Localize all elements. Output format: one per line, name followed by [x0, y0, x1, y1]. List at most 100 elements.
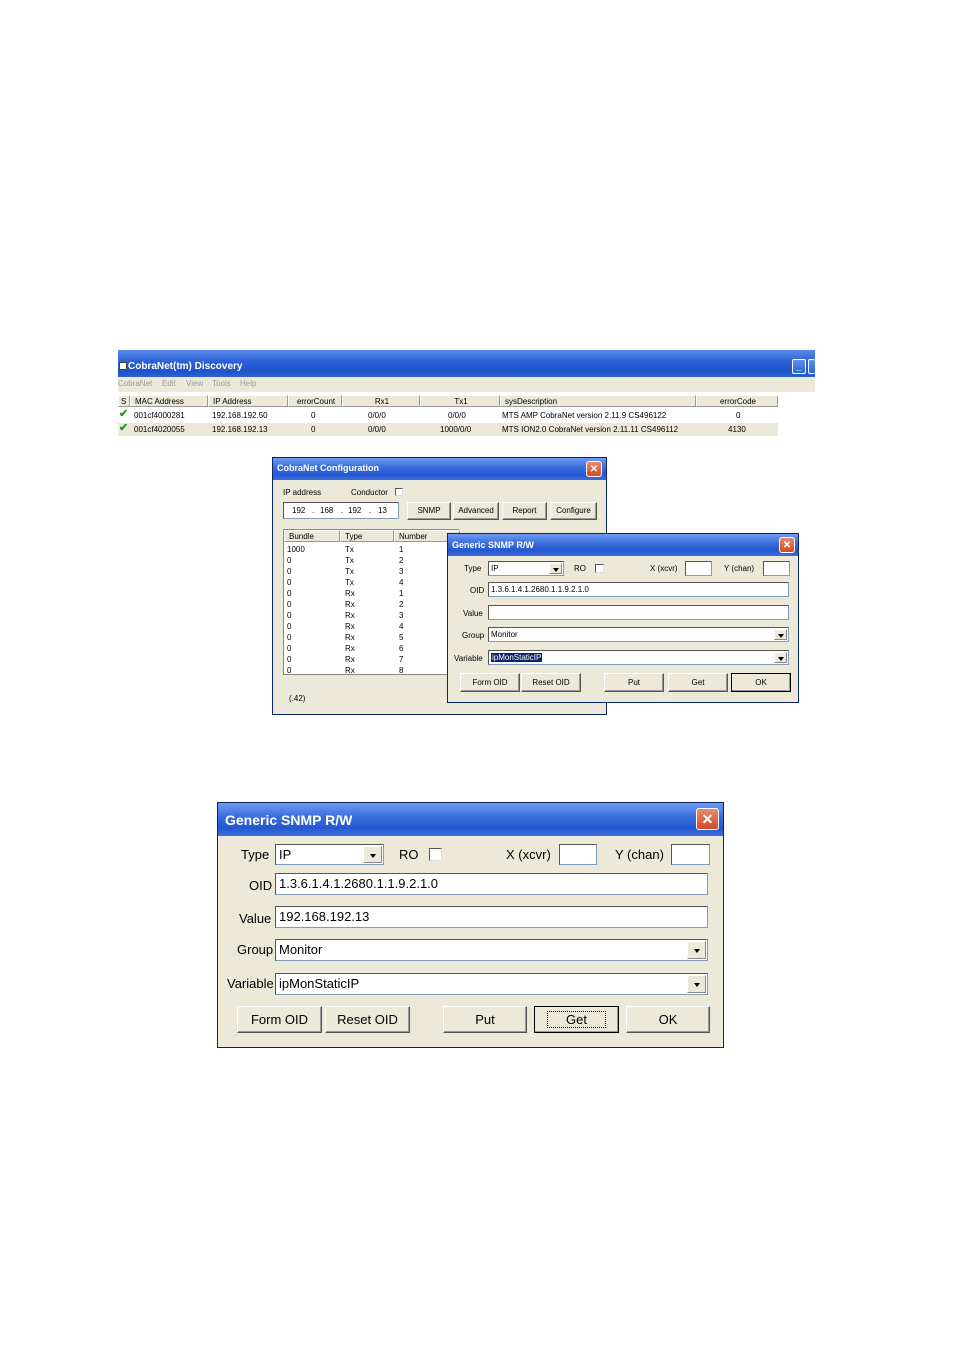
chevron-down-icon[interactable] [687, 975, 706, 993]
menu-view[interactable]: View [186, 379, 203, 388]
discovery-titlebar: CobraNet(tm) Discovery _ [118, 350, 815, 377]
ro-checkbox[interactable] [595, 564, 604, 573]
group-select[interactable]: Monitor [488, 627, 789, 642]
put-button[interactable]: Put [443, 1006, 527, 1033]
menu-edit[interactable]: Edit [162, 379, 176, 388]
chevron-down-icon[interactable] [774, 652, 787, 663]
column-header-status[interactable]: S [118, 395, 130, 407]
configure-button[interactable]: Configure [550, 502, 597, 520]
list-item-number: 4 [399, 578, 404, 587]
report-button[interactable]: Report [502, 502, 547, 520]
row-ip: 192.168.192.50 [212, 411, 268, 420]
snmp-button[interactable]: SNMP [407, 502, 451, 520]
x-xcvr-input[interactable] [559, 844, 597, 865]
row-tx1: 1000/0/0 [440, 425, 472, 434]
get-button[interactable]: Get [668, 673, 728, 692]
variable-select[interactable]: ipMonStaticIP [275, 973, 708, 995]
variable-value: ipMonStaticIP [489, 652, 544, 663]
oid-input[interactable]: 1.3.6.1.4.1.2680.1.1.9.2.1.0 [488, 582, 789, 597]
column-header-rx1[interactable]: Rx1 [342, 395, 420, 407]
column-header-mac[interactable]: MAC Address [130, 395, 208, 407]
ro-checkbox[interactable] [429, 848, 442, 861]
ip-address-field[interactable]: 192 . 168 . 192 . 13 [283, 502, 399, 519]
menu-tools[interactable]: Tools [212, 379, 231, 388]
type-select[interactable]: IP [488, 561, 564, 576]
row-errorcount: 0 [311, 411, 316, 420]
advanced-button[interactable]: Advanced [453, 502, 499, 520]
list-item-number: 4 [399, 622, 404, 631]
oid-input[interactable]: 1.3.6.1.4.1.2680.1.1.9.2.1.0 [275, 873, 708, 895]
variable-select[interactable]: ipMonStaticIP [488, 650, 789, 665]
table-row[interactable]: ✔ 001cf4020055 192.168.192.13 0 0/0/0 10… [118, 422, 778, 436]
conductor-checkbox[interactable] [395, 488, 403, 496]
discovery-title: CobraNet(tm) Discovery [128, 361, 243, 372]
reset-oid-button[interactable]: Reset OID [521, 673, 581, 692]
chevron-down-icon[interactable] [549, 563, 562, 574]
column-header-bundle[interactable]: Bundle [284, 530, 340, 542]
ok-button[interactable]: OK [731, 673, 791, 692]
close-button[interactable]: ✕ [586, 461, 602, 477]
chevron-down-icon[interactable] [774, 629, 787, 640]
bundle-list[interactable]: Bundle Type Number 1000 Tx 1 0 Tx 2 0 Tx 3 0 Tx 4 0 R… [283, 529, 460, 675]
list-item-bundle: 0 [287, 666, 292, 675]
ok-button[interactable]: OK [626, 1006, 710, 1033]
maximize-button[interactable] [808, 359, 815, 374]
app-icon [119, 362, 127, 370]
row-rx1: 0/0/0 [368, 411, 386, 420]
reset-oid-button[interactable]: Reset OID [325, 1006, 410, 1033]
list-item-bundle: 0 [287, 611, 292, 620]
row-sysdescription: MTS AMP CobraNet version 2.11.9 CS496122 [502, 411, 667, 420]
type-value: IP [279, 847, 292, 862]
list-item-type: Rx [345, 633, 355, 642]
close-button[interactable]: ✕ [779, 537, 795, 553]
list-item-number: 1 [399, 545, 404, 554]
type-select[interactable]: IP [275, 844, 384, 865]
group-label: Group [462, 631, 485, 640]
column-header-ip[interactable]: IP Address [208, 395, 288, 407]
row-rx1: 0/0/0 [368, 425, 386, 434]
list-item-type: Tx [345, 578, 354, 587]
put-button[interactable]: Put [604, 673, 664, 692]
column-header-type[interactable]: Type [340, 530, 394, 542]
column-header-tx1[interactable]: Tx1 [420, 395, 500, 407]
y-chan-label: Y (chan) [615, 847, 664, 862]
get-button[interactable]: Get [534, 1006, 619, 1033]
column-header-errorcode[interactable]: errorCode [696, 395, 778, 407]
form-oid-button[interactable]: Form OID [237, 1006, 322, 1033]
row-sysdescription: MTS ION2.0 CobraNet version 2.11.11 CS49… [502, 425, 679, 434]
snmp-dialog-small: Generic SNMP R/W ✕ Type IP RO X (xcvr) Y… [447, 533, 799, 703]
list-item-number: 3 [399, 611, 404, 620]
table-row[interactable]: ✔ 001cf4000281 192.168.192.50 0 0/0/0 0/… [118, 408, 778, 422]
chevron-down-icon[interactable] [687, 941, 706, 959]
form-oid-button[interactable]: Form OID [460, 673, 520, 692]
ip-octet-2: 168 [320, 506, 334, 515]
menu-cobranet[interactable]: CobraNet [118, 379, 152, 388]
minimize-button[interactable]: _ [792, 359, 806, 374]
list-item-type: Rx [345, 644, 355, 653]
close-button[interactable]: ✕ [696, 808, 719, 830]
menu-help[interactable]: Help [240, 379, 256, 388]
column-header-sysdescription[interactable]: sysDescription [500, 395, 696, 407]
value-input[interactable]: 192.168.192.13 [275, 906, 708, 928]
list-item-number: 8 [399, 666, 404, 675]
list-item-number: 6 [399, 644, 404, 653]
group-select[interactable]: Monitor [275, 939, 708, 961]
snmp-small-titlebar: Generic SNMP R/W ✕ [448, 534, 798, 556]
y-chan-input[interactable] [763, 561, 790, 576]
ip-dot: . [369, 506, 372, 515]
row-errorcode: 0 [736, 411, 741, 420]
ip-octet-4: 13 [378, 506, 387, 515]
chevron-down-icon[interactable] [363, 846, 382, 863]
oid-label: OID [470, 586, 485, 595]
y-chan-input[interactable] [671, 844, 710, 865]
green-check-icon: ✔ [119, 408, 129, 420]
list-item-type: Tx [345, 567, 354, 576]
variable-label: Variable [227, 976, 274, 991]
x-xcvr-label: X (xcvr) [506, 847, 551, 862]
variable-label: Variable [454, 654, 483, 663]
value-input[interactable] [488, 605, 789, 620]
list-item-type: Rx [345, 655, 355, 664]
column-header-errorcount[interactable]: errorCount [288, 395, 342, 407]
x-xcvr-input[interactable] [685, 561, 712, 576]
list-item-number: 5 [399, 633, 404, 642]
